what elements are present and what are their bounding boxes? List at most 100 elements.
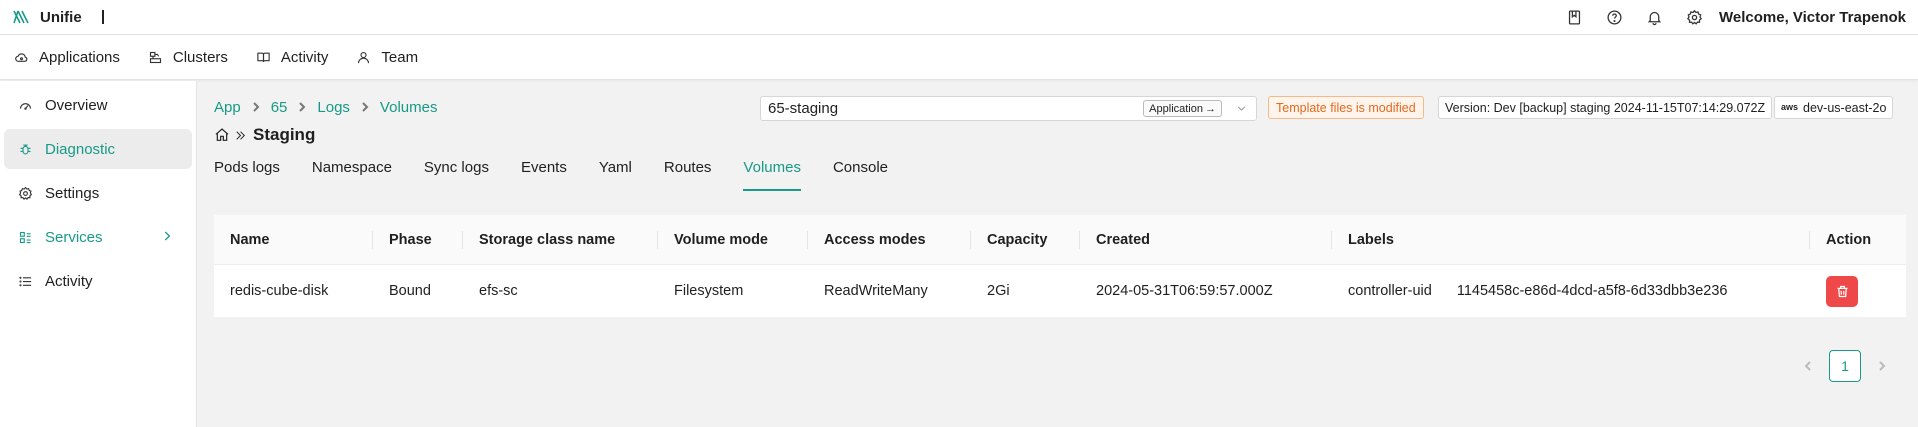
tab-pods-logs[interactable]: Pods logs [214, 155, 280, 191]
nav-item-activity[interactable]: Activity [256, 48, 329, 66]
cell-volume-mode: Filesystem [674, 283, 744, 299]
column-header-name[interactable]: Name [214, 215, 373, 264]
page-number[interactable]: 1 [1829, 350, 1861, 382]
sidebar-item-label: Overview [45, 96, 108, 114]
column-header-volume-mode[interactable]: Volume mode [658, 215, 808, 264]
template-modified-badge[interactable]: Template files is modified [1268, 96, 1424, 119]
label-value: 1145458c-e86d-4dcd-a5f8-6d33dbb3e236 [1456, 283, 1728, 299]
environment-select-value: 65-staging [768, 100, 839, 117]
chevron-right-icon [297, 99, 307, 116]
cell-labels: controller-uid 1145458c-e86d-4dcd-a5f8-6… [1332, 265, 1810, 317]
cell-created: 2024-05-31T06:59:57.000Z [1096, 283, 1273, 299]
table-header: Name Phase Storage class name Volume mod… [214, 215, 1906, 265]
bell-icon[interactable] [1635, 0, 1675, 35]
cell-name: redis-cube-disk [230, 283, 329, 299]
nav-item-team[interactable]: Team [356, 49, 418, 66]
nav-item-label: Applications [39, 48, 120, 66]
aws-icon: aws [1781, 102, 1799, 112]
cell-phase: Bound [389, 283, 431, 299]
sidebar-item-overview[interactable]: Overview [4, 85, 192, 125]
list-icon [19, 276, 32, 286]
sidebar-item-label: Activity [45, 272, 93, 290]
tab-namespace[interactable]: Namespace [312, 155, 392, 191]
breadcrumb: App 65 Logs Volumes [214, 99, 437, 116]
sidebar-item-settings[interactable]: Settings [4, 173, 192, 213]
nav-item-label: Team [381, 48, 419, 66]
breadcrumb-item-volumes[interactable]: Volumes [380, 99, 438, 116]
book-open-icon [257, 52, 270, 62]
region-label: dev-us-east-2o [1803, 100, 1887, 115]
breadcrumb-item-logs[interactable]: Logs [317, 99, 350, 116]
cluster-icon [149, 51, 161, 63]
welcome-user[interactable]: Welcome, Victor Trapenok [1719, 9, 1906, 26]
tab-volumes[interactable]: Volumes [743, 155, 801, 191]
delete-button[interactable] [1826, 275, 1858, 307]
page-title-text: Staging [253, 125, 316, 144]
environment-select[interactable]: 65-staging Application → [760, 96, 1257, 121]
gear-icon[interactable] [1675, 0, 1715, 35]
column-header-labels[interactable]: Labels [1332, 215, 1810, 264]
services-icon [19, 231, 31, 243]
prev-page-icon[interactable] [1792, 350, 1824, 382]
column-header-capacity[interactable]: Capacity [971, 215, 1080, 264]
breadcrumb-item-app[interactable]: App [214, 99, 241, 116]
nav-item-applications[interactable]: Applications [14, 49, 120, 66]
home-icon[interactable] [214, 127, 230, 143]
version-badge[interactable]: Version: Dev [backup] staging 2024-11-15… [1438, 96, 1773, 119]
page-title: Staging [214, 125, 315, 145]
trash-icon [1837, 285, 1847, 297]
column-header-phase[interactable]: Phase [373, 215, 463, 264]
chevron-right-icon [251, 99, 261, 116]
tab-routes[interactable]: Routes [664, 155, 712, 191]
sidebar-item-services[interactable]: Services [4, 217, 192, 257]
chevron-down-icon[interactable] [1235, 102, 1248, 119]
gear-icon [18, 186, 33, 200]
nav-item-label: Clusters [172, 48, 228, 66]
top-bar: Unifie Welcome, Victor Trapenok [0, 0, 1918, 35]
column-header-created[interactable]: Created [1080, 215, 1332, 264]
help-icon[interactable] [1595, 0, 1635, 35]
double-chevron-right-icon [236, 130, 245, 140]
cell-capacity: 2Gi [987, 283, 1010, 299]
tab-sync-logs[interactable]: Sync logs [424, 155, 489, 191]
tab-yaml[interactable]: Yaml [599, 155, 632, 191]
tab-events[interactable]: Events [521, 155, 567, 191]
nav-item-label: Activity [280, 48, 329, 66]
cell-storage-class: efs-sc [479, 283, 518, 299]
tab-console[interactable]: Console [833, 155, 888, 191]
sidebar: Overview Diagnostic Settings Services Ac… [0, 81, 197, 427]
column-header-storage-class[interactable]: Storage class name [463, 215, 658, 264]
region-badge[interactable]: aws dev-us-east-2o [1774, 96, 1894, 119]
dashboard-icon [19, 102, 32, 110]
breadcrumb-item-app-id[interactable]: 65 [271, 99, 288, 116]
cell-access-modes: ReadWriteMany [824, 283, 928, 299]
tab-bar: Pods logs Namespace Sync logs Events Yam… [214, 155, 920, 191]
column-header-action: Action [1826, 231, 1872, 248]
unifie-logo-icon[interactable] [12, 8, 30, 26]
volumes-table: Name Phase Storage class name Volume mod… [214, 215, 1906, 317]
main-nav: Applications Clusters Activity Team [0, 35, 1918, 80]
nav-item-clusters[interactable]: Clusters [148, 49, 228, 66]
chevron-right-icon [360, 99, 370, 116]
book-icon[interactable] [1555, 0, 1595, 35]
pagination: 1 [1792, 350, 1898, 382]
arrow-right-icon: → [1205, 102, 1216, 115]
sidebar-item-label: Settings [45, 184, 100, 202]
table-row: redis-cube-disk Bound efs-sc Filesystem … [214, 265, 1906, 317]
app-name: Unifie [40, 8, 82, 26]
user-icon [358, 51, 370, 63]
bug-icon [20, 143, 31, 154]
next-page-icon[interactable] [1866, 350, 1898, 382]
chevron-right-icon[interactable] [160, 229, 174, 247]
cell-action [1810, 265, 1906, 317]
column-header-access-modes[interactable]: Access modes [808, 215, 971, 264]
label-key: controller-uid [1348, 283, 1432, 299]
divider [101, 10, 104, 24]
sidebar-item-label: Services [45, 228, 103, 246]
cloud-icon [15, 52, 28, 62]
application-link-button[interactable]: Application → [1143, 100, 1222, 117]
sidebar-item-label: Diagnostic [45, 140, 116, 158]
application-link-label: Application [1149, 102, 1203, 115]
sidebar-item-diagnostic[interactable]: Diagnostic [4, 129, 192, 169]
sidebar-item-activity[interactable]: Activity [4, 261, 192, 301]
